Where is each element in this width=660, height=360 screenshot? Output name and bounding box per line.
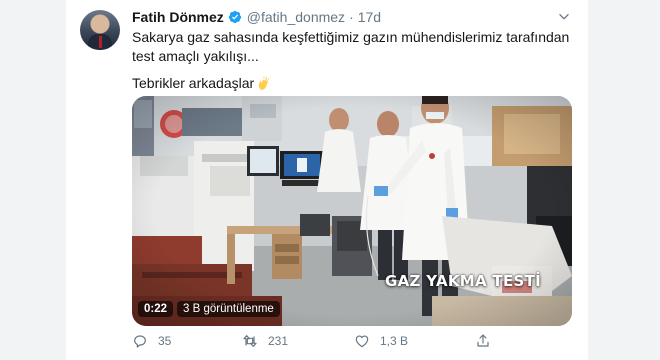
retweet-icon [243,335,257,347]
share-icon [477,334,489,347]
reply-icon [134,335,146,348]
tweet-text-line2: Tebrikler arkadaşlar [132,74,272,93]
share-button[interactable] [475,333,501,349]
tweet-header: Fatih Dönmez @fatih_donmez · 17d [132,9,381,25]
tweet-text-congrats: Tebrikler arkadaşlar [132,75,255,91]
clapping-hands-icon [258,76,270,90]
tweet-actions: 35 231 1,3 B [132,333,572,353]
author-handle[interactable]: @fatih_donmez [247,9,345,25]
video-views: 3 B görüntülenme [177,301,280,317]
avatar[interactable] [80,10,120,50]
verified-badge-icon [228,10,241,24]
chevron-down-icon[interactable] [557,10,571,24]
like-count: 1,3 B [380,334,409,348]
video-overlay-title: GAZ YAKMA TESTİ [385,272,542,290]
heart-icon [355,335,369,348]
author-name[interactable]: Fatih Dönmez [132,9,224,25]
video-player[interactable]: GAZ YAKMA TESTİ 0:22 3 B görüntülenme [132,96,572,326]
like-button[interactable]: 1,3 B [354,333,408,349]
separator-dot: · [349,9,354,25]
tweet-timestamp[interactable]: 17d [358,9,381,25]
tweet-text: Sakarya gaz sahasında keşfettiğimiz gazı… [132,29,570,64]
tweet-card[interactable]: Fatih Dönmez @fatih_donmez · 17d Sakarya… [66,0,588,360]
video-info: 0:22 3 B görüntülenme [138,301,280,317]
reply-count: 35 [158,334,172,348]
retweet-count: 231 [268,334,289,348]
reply-button[interactable]: 35 [132,333,171,349]
video-thumbnail [132,96,572,326]
video-duration: 0:22 [138,301,174,317]
retweet-button[interactable]: 231 [242,333,288,349]
